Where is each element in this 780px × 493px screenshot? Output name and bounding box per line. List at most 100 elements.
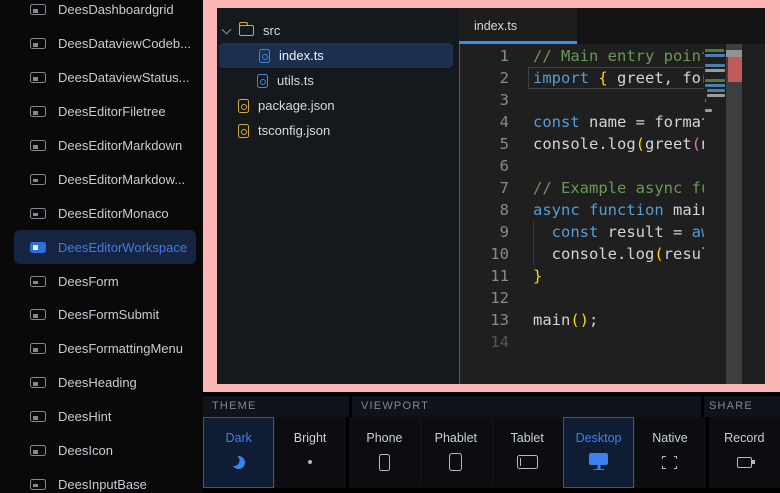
- tab-index-ts[interactable]: index.ts: [459, 8, 577, 44]
- tab-label: index.ts: [474, 19, 517, 33]
- record-button[interactable]: Record: [709, 417, 780, 488]
- catalog-toolbar: THEME VIEWPORT SHARE DarkBright Phone Phab…: [203, 392, 780, 493]
- sidebar-item-deesheading[interactable]: DeesHeading: [0, 366, 203, 400]
- line-number: 12: [460, 287, 509, 309]
- typescript-file-icon: [257, 74, 268, 88]
- sidebar-item-label: DeesEditorFiletree: [58, 104, 166, 119]
- phone-icon: [379, 454, 390, 471]
- minimap-line: [705, 54, 725, 57]
- sidebar-item-label: DeesHint: [58, 409, 111, 424]
- component-list: DeesDashboardgrid DeesDataviewCodeb... Dee…: [0, 0, 203, 493]
- sun-icon: [308, 460, 313, 465]
- sidebar-item-deesdashboardgrid[interactable]: DeesDashboardgrid: [0, 0, 203, 27]
- tree-node-package.json[interactable]: package.json: [217, 93, 459, 118]
- line-number: 7: [460, 177, 509, 199]
- tree-node-label: utils.ts: [277, 73, 314, 88]
- tree-node-tsconfig.json[interactable]: tsconfig.json: [217, 118, 459, 143]
- minimap[interactable]: [704, 44, 726, 384]
- tree-node-label: tsconfig.json: [258, 123, 330, 138]
- editor-workspace: src index.ts utils.ts package.json tsconfig.…: [217, 8, 765, 384]
- component-story-icon: [30, 140, 46, 151]
- sidebar-item-label: DeesDataviewCodeb...: [58, 36, 191, 51]
- minimap-line: [707, 89, 725, 92]
- component-story-icon: [30, 174, 46, 185]
- component-story-icon: [30, 242, 46, 253]
- sidebar-item-deesdataviewstatus[interactable]: DeesDataviewStatus...: [0, 61, 203, 95]
- component-sidebar: DeesDashboardgrid DeesDataviewCodeb... Dee…: [0, 0, 203, 493]
- sidebar-item-label: DeesForm: [58, 274, 119, 289]
- component-story-icon: [30, 4, 46, 15]
- line-number: 5: [460, 133, 509, 155]
- component-story-icon: [30, 208, 46, 219]
- sidebar-item-deeshint[interactable]: DeesHint: [0, 400, 203, 434]
- sidebar-item-deesform[interactable]: DeesForm: [0, 264, 203, 298]
- component-story-icon: [30, 72, 46, 83]
- desktop-button[interactable]: Desktop: [563, 417, 634, 488]
- dark-button[interactable]: Dark: [203, 417, 274, 488]
- fullscreen-icon: [662, 456, 677, 469]
- line-number: 10: [460, 243, 509, 265]
- line-number: 9: [460, 221, 509, 243]
- tablet-button[interactable]: Tablet: [492, 417, 563, 488]
- code-editor[interactable]: index.ts 1// Main entry point2import { g…: [459, 8, 765, 384]
- tree-node-label: index.ts: [279, 48, 324, 63]
- json-file-icon: [238, 99, 249, 113]
- editor-right-pad: [742, 44, 765, 384]
- code-text: main();: [533, 309, 598, 331]
- editor-scrollbar[interactable]: [726, 44, 742, 384]
- component-story-icon: [30, 377, 46, 388]
- minimap-line: [705, 74, 726, 77]
- line-number: 4: [460, 111, 509, 133]
- button-label: Phablet: [435, 431, 477, 445]
- minimap-line: [705, 114, 726, 117]
- component-story-icon: [30, 343, 46, 354]
- component-story-icon: [30, 309, 46, 320]
- file-tree-panel: src index.ts utils.ts package.json tsconfig.…: [217, 8, 459, 384]
- tree-node-utils.ts[interactable]: utils.ts: [217, 68, 459, 93]
- sidebar-item-deeseditorfiletree[interactable]: DeesEditorFiletree: [0, 95, 203, 129]
- sidebar-item-deeseditorworkspace[interactable]: DeesEditorWorkspace: [14, 230, 196, 264]
- button-label: Phone: [366, 431, 402, 445]
- component-story-icon: [30, 106, 46, 117]
- sidebar-item-deeseditormonaco[interactable]: DeesEditorMonaco: [0, 196, 203, 230]
- scrollbar-marker: [728, 57, 742, 82]
- tree-node-src[interactable]: src: [217, 18, 459, 43]
- sidebar-item-deesicon[interactable]: DeesIcon: [0, 434, 203, 468]
- bright-button[interactable]: Bright: [274, 417, 345, 488]
- sidebar-item-label: DeesEditorWorkspace: [58, 240, 187, 255]
- button-icon-wrap: [308, 449, 313, 475]
- sidebar-item-deesinputbase[interactable]: DeesInputBase: [0, 467, 203, 493]
- phone-button[interactable]: Phone: [349, 417, 420, 488]
- sidebar-item-deesformsubmit[interactable]: DeesFormSubmit: [0, 298, 203, 332]
- minimap-line: [705, 99, 706, 102]
- sidebar-item-deeseditormarkdow[interactable]: DeesEditorMarkdow...: [0, 162, 203, 196]
- code-text: async function main(: [533, 199, 720, 221]
- chevron-down-icon[interactable]: [222, 24, 232, 34]
- sidebar-item-deesformattingmenu[interactable]: DeesFormattingMenu: [0, 332, 203, 366]
- button-icon-wrap: [449, 449, 462, 475]
- sidebar-item-label: DeesEditorMarkdown: [58, 138, 182, 153]
- phablet-button[interactable]: Phablet: [420, 417, 491, 488]
- sidebar-item-label: DeesDashboardgrid: [58, 2, 174, 17]
- minimap-line: [705, 69, 725, 72]
- minimap-line: [705, 109, 712, 112]
- tree-node-label: package.json: [258, 98, 335, 113]
- sidebar-item-deeseditormarkdown[interactable]: DeesEditorMarkdown: [0, 129, 203, 163]
- button-icon-wrap: [517, 449, 538, 475]
- button-label: Desktop: [576, 431, 622, 445]
- line-number: 11: [460, 265, 509, 287]
- toolbar-section-labels: THEME VIEWPORT SHARE: [203, 396, 780, 417]
- code-text: console.log(greet(na: [533, 133, 720, 155]
- moon-icon: [232, 456, 245, 469]
- record-icon: [737, 457, 752, 468]
- native-button[interactable]: Native: [634, 417, 705, 488]
- tablet-icon: [517, 455, 538, 469]
- code-text: import { greet, form: [533, 67, 720, 89]
- code-area[interactable]: 1// Main entry point2import { greet, for…: [459, 44, 765, 384]
- minimap-line: [705, 49, 724, 52]
- code-text: // Main entry point: [533, 45, 710, 67]
- sidebar-item-deesdataviewcodeb[interactable]: DeesDataviewCodeb...: [0, 27, 203, 61]
- code-text: console.log(result: [533, 243, 720, 265]
- tree-node-index.ts[interactable]: index.ts: [219, 43, 453, 68]
- scrollbar-slider[interactable]: [726, 50, 742, 57]
